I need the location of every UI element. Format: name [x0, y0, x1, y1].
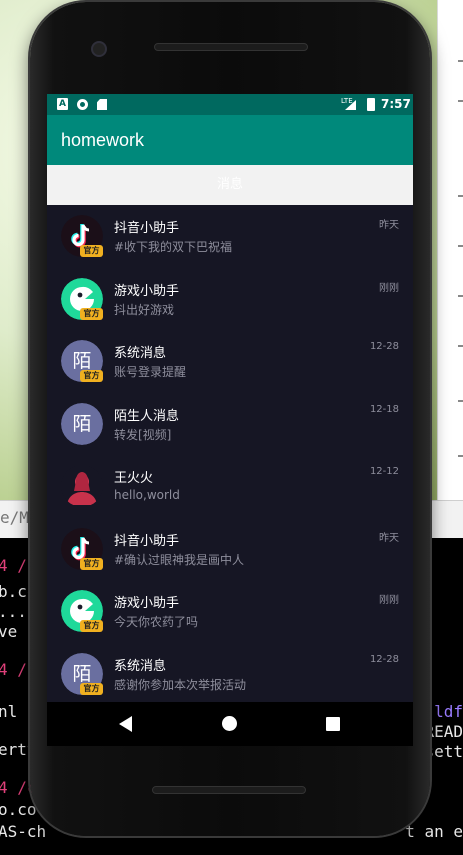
terminal-text: ... [0, 602, 27, 621]
tab-messages[interactable]: 消息 [47, 165, 413, 205]
terminal-right-text: READ [424, 722, 463, 741]
status-bar: A LTE 7:57 [47, 94, 413, 115]
conversation-message: 今天你农药了吗 [114, 615, 199, 629]
home-icon[interactable] [222, 716, 237, 731]
terminal-right-text: sett [424, 742, 463, 761]
conversation-message: 转发[视频] [114, 427, 172, 442]
conversation-item[interactable]: 官方 游戏小助手今天你农药了吗 刚刚 [47, 580, 413, 642]
phone-screen: A LTE 7:57 homework 消息 官方 抖音小助手 #收下我的双下巴祝福… [47, 94, 413, 702]
conversation-item[interactable]: 陌 陌生人消息转发[视频] 12-18 [47, 393, 413, 455]
front-camera [91, 41, 107, 57]
official-badge: 官方 [80, 620, 103, 632]
terminal-text: o.co [0, 800, 37, 819]
app-title: homework [61, 130, 145, 150]
bottom-speaker [152, 786, 306, 794]
conversation-message: #收下我的双下巴祝福 [114, 240, 233, 254]
status-time: 7:57 [381, 97, 411, 111]
terminal-line: nl [0, 702, 17, 721]
terminal-right-text: ldf [434, 702, 463, 721]
terminal-text: nl [0, 702, 18, 721]
conversation-item[interactable]: 陌官方 系统消息 账号登录提醒 12-28 [47, 330, 413, 392]
terminal-line: ... [0, 602, 27, 621]
notification-a-icon: A [57, 98, 68, 110]
conversation-time: 刚刚 [379, 595, 399, 606]
conversation-name: 抖音小助手 [114, 533, 180, 549]
conversation-name: 系统消息 [114, 658, 167, 674]
tab-label: 消息 [216, 177, 243, 192]
side-window [437, 0, 463, 558]
lte-signal-icon: LTE [341, 97, 361, 110]
conversation-message: 抖出好游戏 [114, 302, 175, 317]
conversation-time: 昨天 [379, 532, 399, 544]
terminal-line: AS-ch [0, 822, 46, 841]
conversation-list[interactable]: 官方 抖音小助手 #收下我的双下巴祝福 昨天 官方 游戏小助手 抖出好游戏 刚刚陌官方 系统消息… [47, 205, 413, 702]
conversation-name: 陌生人消息 [114, 408, 180, 424]
conversation-time: 12-28 [369, 653, 399, 665]
official-badge: 官方 [80, 557, 103, 570]
conversation-name: 王火火 [114, 471, 154, 486]
circle-icon [77, 99, 88, 110]
official-badge: 官方 [80, 307, 103, 320]
back-icon[interactable] [119, 716, 132, 732]
terminal-line: o.co [0, 800, 37, 819]
conversation-message: #确认过眼神我是画中人 [114, 552, 245, 567]
battery-icon [367, 98, 375, 111]
app-bar: homework [47, 115, 413, 165]
person-avatar [61, 465, 103, 507]
conversation-item[interactable]: 陌官方 系统消息 感谢你参加本次举报活动 12-28 [47, 643, 413, 703]
path-text: e/M [0, 508, 29, 527]
conversation-time: 昨天 [379, 220, 399, 231]
conversation-time: 12-28 [369, 341, 399, 352]
conversation-time: 12-18 [369, 403, 399, 415]
conversation-item[interactable]: 官方 游戏小助手抖出好游戏 刚刚 [47, 268, 413, 330]
sd-card-icon [97, 99, 107, 110]
official-badge: 官方 [80, 370, 103, 382]
mo-avatar: 陌 [61, 402, 103, 445]
top-speaker [154, 43, 308, 51]
conversation-name: 游戏小助手 [114, 283, 180, 299]
conversation-name: 系统消息 [114, 346, 167, 361]
conversation-message: 感谢你参加本次举报活动 [114, 677, 247, 692]
conversation-item[interactable]: 官方 抖音小助手 #收下我的双下巴祝福 昨天 [47, 205, 413, 267]
avatar-char: 陌 [72, 412, 92, 435]
terminal-right-text: t an e [405, 822, 463, 841]
conversation-message: 账号登录提醒 [114, 365, 187, 379]
conversation-time: 12-12 [369, 466, 399, 477]
terminal-text: AS-ch [0, 822, 47, 841]
navigation-bar [47, 702, 413, 746]
official-badge: 官方 [80, 245, 103, 257]
conversation-name: 抖音小助手 [114, 221, 180, 236]
conversation-item[interactable]: 王火火 hello,world 12-12 [47, 455, 413, 517]
conversation-time: 刚刚 [379, 282, 399, 294]
conversation-item[interactable]: 官方 抖音小助手 #确认过眼神我是画中人 昨天 [47, 518, 413, 580]
conversation-message: hello,world [114, 488, 180, 502]
recents-icon[interactable] [326, 717, 340, 731]
official-badge: 官方 [80, 682, 103, 695]
conversation-name: 游戏小助手 [114, 596, 180, 611]
